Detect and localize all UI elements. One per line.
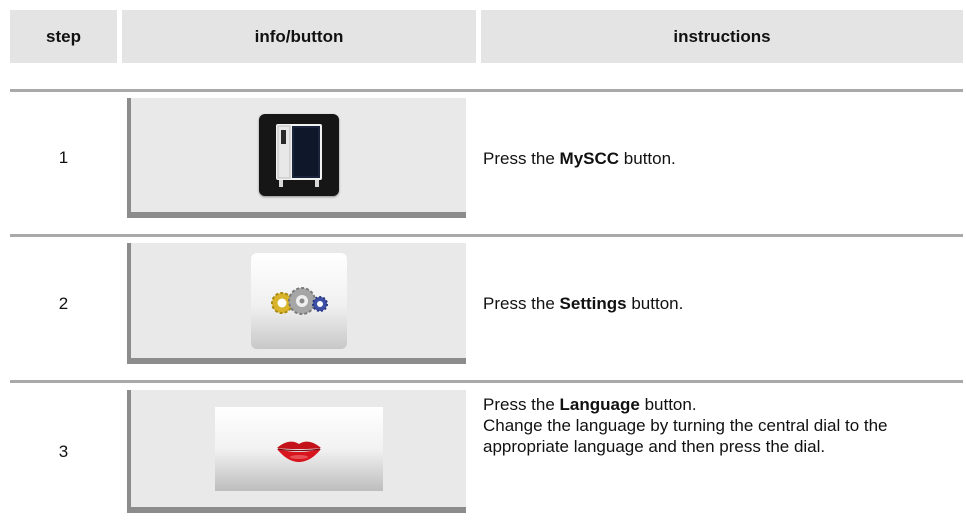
instruction-text: Press the MySCC button. [483, 149, 676, 168]
column-header-info-button: info/button [122, 10, 476, 63]
language-button[interactable] [214, 406, 383, 491]
row-divider [10, 234, 963, 237]
column-header-instructions: instructions [481, 10, 963, 63]
column-header-step: step [10, 10, 117, 63]
info-button-cell [127, 243, 466, 364]
info-button-cell [127, 98, 466, 218]
instruction-text: Press the Language button. Change the la… [483, 395, 888, 456]
step-number: 1 [58, 148, 69, 167]
step-number: 3 [58, 441, 69, 461]
info-button-cell [127, 390, 466, 513]
settings-gears-icon [270, 286, 328, 315]
instruction-detail: Change the language by turning the centr… [483, 416, 888, 456]
row-divider [10, 380, 963, 383]
lips-icon [276, 441, 321, 462]
row-divider [10, 89, 963, 92]
instruction-text: Press the Settings button. [483, 294, 684, 313]
settings-button[interactable] [250, 252, 347, 349]
myscc-button[interactable] [258, 114, 339, 196]
oven-icon [275, 124, 322, 187]
button-name: MySCC [559, 149, 620, 168]
step-number: 2 [58, 293, 69, 313]
button-name: Settings [559, 294, 627, 313]
button-name: Language [559, 395, 640, 414]
